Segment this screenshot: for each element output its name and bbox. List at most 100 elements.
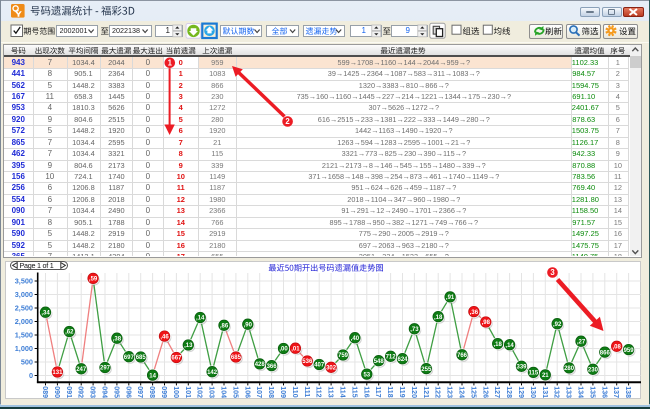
- svg-text:2,000: 2,000: [15, 317, 33, 326]
- svg-text:135: 135: [588, 386, 595, 398]
- svg-text:,27: ,27: [577, 339, 586, 345]
- svg-text:090: 090: [53, 386, 60, 398]
- svg-text:137: 137: [612, 386, 619, 398]
- svg-text:14: 14: [149, 373, 156, 379]
- svg-text:124: 124: [458, 386, 465, 398]
- svg-text:280: 280: [564, 366, 575, 372]
- svg-text:53: 53: [363, 372, 370, 378]
- svg-text:111: 111: [303, 386, 310, 397]
- svg-text:110: 110: [291, 386, 298, 397]
- svg-text:138: 138: [624, 386, 631, 398]
- svg-text:,00: ,00: [279, 347, 288, 353]
- svg-text:697: 697: [124, 355, 135, 361]
- svg-text:,62: ,62: [65, 330, 74, 336]
- svg-text:,46: ,46: [160, 334, 169, 340]
- svg-text:116: 116: [362, 386, 369, 397]
- svg-text:142: 142: [207, 370, 218, 376]
- svg-text:117: 117: [374, 386, 381, 397]
- svg-text:103: 103: [208, 386, 215, 398]
- svg-text:093: 093: [89, 386, 96, 398]
- svg-text:,18: ,18: [494, 342, 503, 348]
- svg-text:536: 536: [302, 359, 313, 365]
- svg-text:115: 115: [529, 371, 539, 377]
- svg-text:685: 685: [136, 355, 147, 361]
- svg-text:122: 122: [434, 386, 441, 398]
- svg-text:712: 712: [386, 355, 397, 361]
- svg-text:092: 092: [77, 386, 84, 398]
- svg-text:096: 096: [124, 386, 131, 398]
- svg-text:,92: ,92: [553, 322, 562, 328]
- svg-text:667: 667: [171, 356, 182, 362]
- svg-text:,86: ,86: [220, 324, 229, 330]
- svg-text:,36: ,36: [470, 310, 479, 316]
- svg-text:104: 104: [220, 386, 227, 398]
- svg-text:1,500: 1,500: [15, 331, 33, 340]
- svg-text:128: 128: [505, 386, 512, 398]
- svg-text:,14: ,14: [505, 343, 514, 349]
- svg-text:,01: ,01: [291, 346, 300, 352]
- svg-text:,34: ,34: [41, 310, 50, 316]
- svg-text:,13: ,13: [184, 343, 193, 349]
- svg-text:3: 3: [550, 268, 555, 277]
- svg-text:094: 094: [101, 386, 108, 398]
- svg-text:089: 089: [41, 386, 48, 398]
- svg-text:,14: ,14: [196, 316, 205, 322]
- svg-text:129: 129: [517, 386, 524, 398]
- svg-text:132: 132: [553, 386, 560, 398]
- svg-text:302: 302: [326, 366, 337, 372]
- svg-text:120: 120: [410, 386, 417, 398]
- svg-text:102: 102: [196, 386, 203, 398]
- svg-text:109: 109: [279, 386, 286, 398]
- svg-text:101: 101: [184, 386, 191, 398]
- svg-text:118: 118: [386, 386, 393, 397]
- svg-text:766: 766: [457, 353, 468, 359]
- svg-text:,73: ,73: [410, 327, 419, 333]
- svg-text:230: 230: [588, 368, 599, 374]
- svg-text:2: 2: [285, 117, 290, 126]
- svg-text:127: 127: [493, 386, 500, 398]
- svg-text:107: 107: [255, 386, 262, 398]
- svg-text:121: 121: [422, 386, 429, 398]
- svg-text:1,000: 1,000: [15, 344, 33, 353]
- svg-text:548: 548: [374, 359, 385, 365]
- svg-text:21: 21: [542, 373, 549, 379]
- svg-text:500: 500: [21, 358, 33, 367]
- svg-text:131: 131: [541, 386, 548, 398]
- svg-text:,90: ,90: [244, 322, 253, 328]
- svg-text:134: 134: [577, 386, 584, 398]
- svg-text:125: 125: [469, 386, 476, 398]
- svg-text:2,500: 2,500: [15, 304, 33, 313]
- svg-text:112: 112: [315, 386, 322, 397]
- svg-text:685: 685: [231, 355, 242, 361]
- svg-text:,91: ,91: [446, 295, 455, 301]
- svg-text:100: 100: [172, 386, 179, 398]
- svg-text:119: 119: [398, 386, 405, 397]
- svg-text:098: 098: [148, 386, 155, 398]
- svg-text:3,500: 3,500: [15, 277, 33, 286]
- svg-text:759: 759: [338, 353, 349, 359]
- svg-text:113: 113: [327, 386, 334, 397]
- svg-text:3,000: 3,000: [15, 290, 33, 299]
- svg-text:130: 130: [529, 386, 536, 398]
- svg-text:428: 428: [255, 362, 266, 368]
- svg-text:407: 407: [314, 363, 325, 369]
- svg-text:105: 105: [231, 386, 238, 398]
- svg-text:126: 126: [481, 386, 488, 398]
- svg-text:,59: ,59: [89, 277, 98, 283]
- svg-text:095: 095: [112, 386, 119, 398]
- svg-text:136: 136: [600, 386, 607, 398]
- svg-text:,98: ,98: [482, 320, 491, 326]
- svg-text:133: 133: [565, 386, 572, 398]
- svg-text:,08: ,08: [613, 345, 622, 351]
- svg-text:123: 123: [446, 386, 453, 398]
- svg-text:959: 959: [624, 348, 635, 354]
- svg-text:115: 115: [350, 386, 357, 397]
- svg-text:1: 1: [168, 59, 173, 68]
- svg-text:247: 247: [76, 367, 87, 373]
- svg-text:339: 339: [516, 365, 527, 371]
- svg-text:,38: ,38: [113, 336, 122, 342]
- svg-text:,18: ,18: [434, 315, 443, 321]
- svg-text:255: 255: [421, 367, 432, 373]
- svg-text:0: 0: [29, 371, 33, 380]
- svg-text:099: 099: [160, 386, 167, 398]
